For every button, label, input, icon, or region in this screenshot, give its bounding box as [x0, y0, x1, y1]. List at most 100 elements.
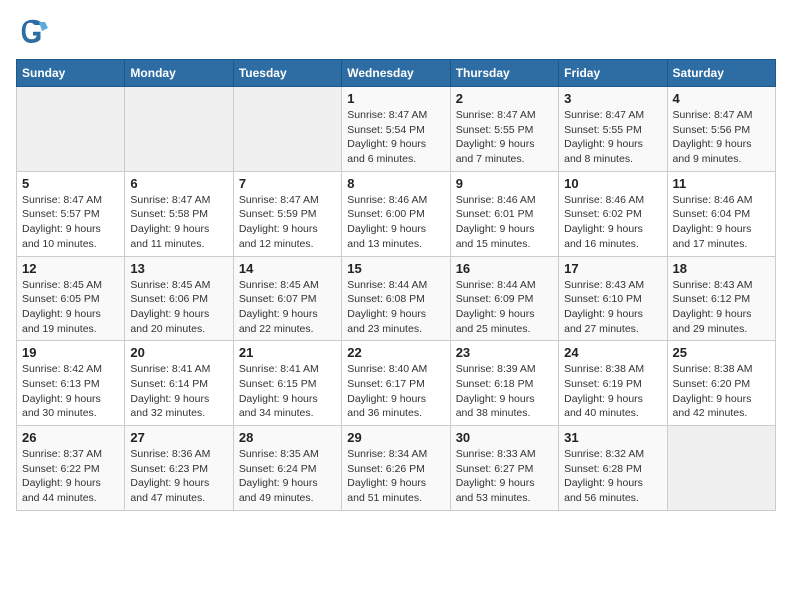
calendar-cell: 28 Sunrise: 8:35 AM Sunset: 6:24 PM Dayli… [233, 426, 341, 511]
calendar-cell: 29 Sunrise: 8:34 AM Sunset: 6:26 PM Dayli… [342, 426, 450, 511]
day-info: Sunrise: 8:45 AM Sunset: 6:05 PM Dayligh… [22, 278, 119, 337]
calendar-cell: 27 Sunrise: 8:36 AM Sunset: 6:23 PM Dayli… [125, 426, 233, 511]
calendar-cell [667, 426, 775, 511]
calendar-header-wednesday: Wednesday [342, 60, 450, 87]
calendar-week-row: 5Sunrise: 8:47 AM Sunset: 5:57 PM Daylig… [17, 171, 776, 256]
day-info: Sunrise: 8:47 AM Sunset: 5:56 PM Dayligh… [673, 108, 770, 167]
day-info: Sunrise: 8:41 AM Sunset: 6:14 PM Dayligh… [130, 362, 227, 421]
calendar-cell: 13 Sunrise: 8:45 AM Sunset: 6:06 PM Dayli… [125, 256, 233, 341]
day-number: 11 [673, 176, 770, 191]
calendar-cell: 12 Sunrise: 8:45 AM Sunset: 6:05 PM Dayli… [17, 256, 125, 341]
day-number: 19 [22, 345, 119, 360]
calendar-header-thursday: Thursday [450, 60, 558, 87]
day-number: 30 [456, 430, 553, 445]
calendar-week-row: 12 Sunrise: 8:45 AM Sunset: 6:05 PM Dayli… [17, 256, 776, 341]
day-number: 25 [673, 345, 770, 360]
calendar-cell: 23Sunrise: 8:39 AM Sunset: 6:18 PM Dayli… [450, 341, 558, 426]
day-number: 10 [564, 176, 661, 191]
day-number: 18 [673, 261, 770, 276]
day-info: Sunrise: 8:42 AM Sunset: 6:13 PM Dayligh… [22, 362, 119, 421]
logo-icon [18, 16, 48, 46]
day-info: Sunrise: 8:41 AM Sunset: 6:15 PM Dayligh… [239, 362, 336, 421]
day-info: Sunrise: 8:46 AM Sunset: 6:01 PM Dayligh… [456, 193, 553, 252]
calendar-cell [17, 87, 125, 172]
day-info: Sunrise: 8:35 AM Sunset: 6:24 PM Dayligh… [239, 447, 336, 506]
day-number: 9 [456, 176, 553, 191]
calendar-cell: 15 Sunrise: 8:44 AM Sunset: 6:08 PM Dayli… [342, 256, 450, 341]
calendar-cell: 9 Sunrise: 8:46 AM Sunset: 6:01 PM Daylig… [450, 171, 558, 256]
calendar-week-row: 26 Sunrise: 8:37 AM Sunset: 6:22 PM Dayli… [17, 426, 776, 511]
day-number: 26 [22, 430, 119, 445]
day-number: 24 [564, 345, 661, 360]
calendar-cell: 19 Sunrise: 8:42 AM Sunset: 6:13 PM Dayli… [17, 341, 125, 426]
day-info: Sunrise: 8:47 AM Sunset: 5:57 PM Dayligh… [22, 193, 119, 252]
calendar-header-tuesday: Tuesday [233, 60, 341, 87]
day-info: Sunrise: 8:45 AM Sunset: 6:07 PM Dayligh… [239, 278, 336, 337]
calendar-cell: 25 Sunrise: 8:38 AM Sunset: 6:20 PM Dayli… [667, 341, 775, 426]
calendar-cell: 18 Sunrise: 8:43 AM Sunset: 6:12 PM Dayli… [667, 256, 775, 341]
day-info: Sunrise: 8:47 AM Sunset: 5:54 PM Dayligh… [347, 108, 444, 167]
day-info: Sunrise: 8:34 AM Sunset: 6:26 PM Dayligh… [347, 447, 444, 506]
day-info: Sunrise: 8:43 AM Sunset: 6:10 PM Dayligh… [564, 278, 661, 337]
calendar-header-saturday: Saturday [667, 60, 775, 87]
day-info: Sunrise: 8:44 AM Sunset: 6:09 PM Dayligh… [456, 278, 553, 337]
calendar-cell: 7 Sunrise: 8:47 AM Sunset: 5:59 PM Daylig… [233, 171, 341, 256]
calendar-cell: 6 Sunrise: 8:47 AM Sunset: 5:58 PM Daylig… [125, 171, 233, 256]
calendar-header-monday: Monday [125, 60, 233, 87]
day-number: 13 [130, 261, 227, 276]
day-info: Sunrise: 8:46 AM Sunset: 6:04 PM Dayligh… [673, 193, 770, 252]
calendar-cell: 14 Sunrise: 8:45 AM Sunset: 6:07 PM Dayli… [233, 256, 341, 341]
calendar-cell: 2 Sunrise: 8:47 AM Sunset: 5:55 PM Daylig… [450, 87, 558, 172]
calendar-header-sunday: Sunday [17, 60, 125, 87]
day-number: 2 [456, 91, 553, 106]
calendar-week-row: 19 Sunrise: 8:42 AM Sunset: 6:13 PM Dayli… [17, 341, 776, 426]
calendar-cell: 10 Sunrise: 8:46 AM Sunset: 6:02 PM Dayli… [559, 171, 667, 256]
day-number: 12 [22, 261, 119, 276]
day-number: 1 [347, 91, 444, 106]
day-number: 16 [456, 261, 553, 276]
day-number: 28 [239, 430, 336, 445]
calendar-cell: 3 Sunrise: 8:47 AM Sunset: 5:55 PM Daylig… [559, 87, 667, 172]
calendar-cell: 8Sunrise: 8:46 AM Sunset: 6:00 PM Daylig… [342, 171, 450, 256]
day-number: 7 [239, 176, 336, 191]
calendar-cell: 17 Sunrise: 8:43 AM Sunset: 6:10 PM Dayli… [559, 256, 667, 341]
day-info: Sunrise: 8:43 AM Sunset: 6:12 PM Dayligh… [673, 278, 770, 337]
calendar-week-row: 1 Sunrise: 8:47 AM Sunset: 5:54 PM Daylig… [17, 87, 776, 172]
day-info: Sunrise: 8:38 AM Sunset: 6:20 PM Dayligh… [673, 362, 770, 421]
calendar-cell: 16 Sunrise: 8:44 AM Sunset: 6:09 PM Dayli… [450, 256, 558, 341]
calendar-table: SundayMondayTuesdayWednesdayThursdayFrid… [16, 59, 776, 511]
day-info: Sunrise: 8:46 AM Sunset: 6:00 PM Dayligh… [347, 193, 444, 252]
calendar-cell: 4 Sunrise: 8:47 AM Sunset: 5:56 PM Daylig… [667, 87, 775, 172]
day-info: Sunrise: 8:46 AM Sunset: 6:02 PM Dayligh… [564, 193, 661, 252]
day-number: 29 [347, 430, 444, 445]
day-info: Sunrise: 8:33 AM Sunset: 6:27 PM Dayligh… [456, 447, 553, 506]
day-number: 15 [347, 261, 444, 276]
calendar-cell: 1 Sunrise: 8:47 AM Sunset: 5:54 PM Daylig… [342, 87, 450, 172]
day-number: 17 [564, 261, 661, 276]
day-number: 21 [239, 345, 336, 360]
calendar-header-row: SundayMondayTuesdayWednesdayThursdayFrid… [17, 60, 776, 87]
day-number: 6 [130, 176, 227, 191]
day-info: Sunrise: 8:40 AM Sunset: 6:17 PM Dayligh… [347, 362, 444, 421]
day-number: 23 [456, 345, 553, 360]
day-number: 4 [673, 91, 770, 106]
day-info: Sunrise: 8:37 AM Sunset: 6:22 PM Dayligh… [22, 447, 119, 506]
calendar-cell: 22Sunrise: 8:40 AM Sunset: 6:17 PM Dayli… [342, 341, 450, 426]
calendar-cell [233, 87, 341, 172]
logo [16, 16, 48, 51]
day-number: 31 [564, 430, 661, 445]
day-info: Sunrise: 8:47 AM Sunset: 5:58 PM Dayligh… [130, 193, 227, 252]
day-number: 20 [130, 345, 227, 360]
calendar-cell: 11 Sunrise: 8:46 AM Sunset: 6:04 PM Dayli… [667, 171, 775, 256]
calendar-cell: 5Sunrise: 8:47 AM Sunset: 5:57 PM Daylig… [17, 171, 125, 256]
day-number: 14 [239, 261, 336, 276]
day-info: Sunrise: 8:44 AM Sunset: 6:08 PM Dayligh… [347, 278, 444, 337]
day-info: Sunrise: 8:45 AM Sunset: 6:06 PM Dayligh… [130, 278, 227, 337]
page-header [16, 16, 776, 51]
day-info: Sunrise: 8:36 AM Sunset: 6:23 PM Dayligh… [130, 447, 227, 506]
day-number: 27 [130, 430, 227, 445]
day-info: Sunrise: 8:47 AM Sunset: 5:59 PM Dayligh… [239, 193, 336, 252]
day-info: Sunrise: 8:47 AM Sunset: 5:55 PM Dayligh… [456, 108, 553, 167]
day-info: Sunrise: 8:47 AM Sunset: 5:55 PM Dayligh… [564, 108, 661, 167]
day-number: 3 [564, 91, 661, 106]
